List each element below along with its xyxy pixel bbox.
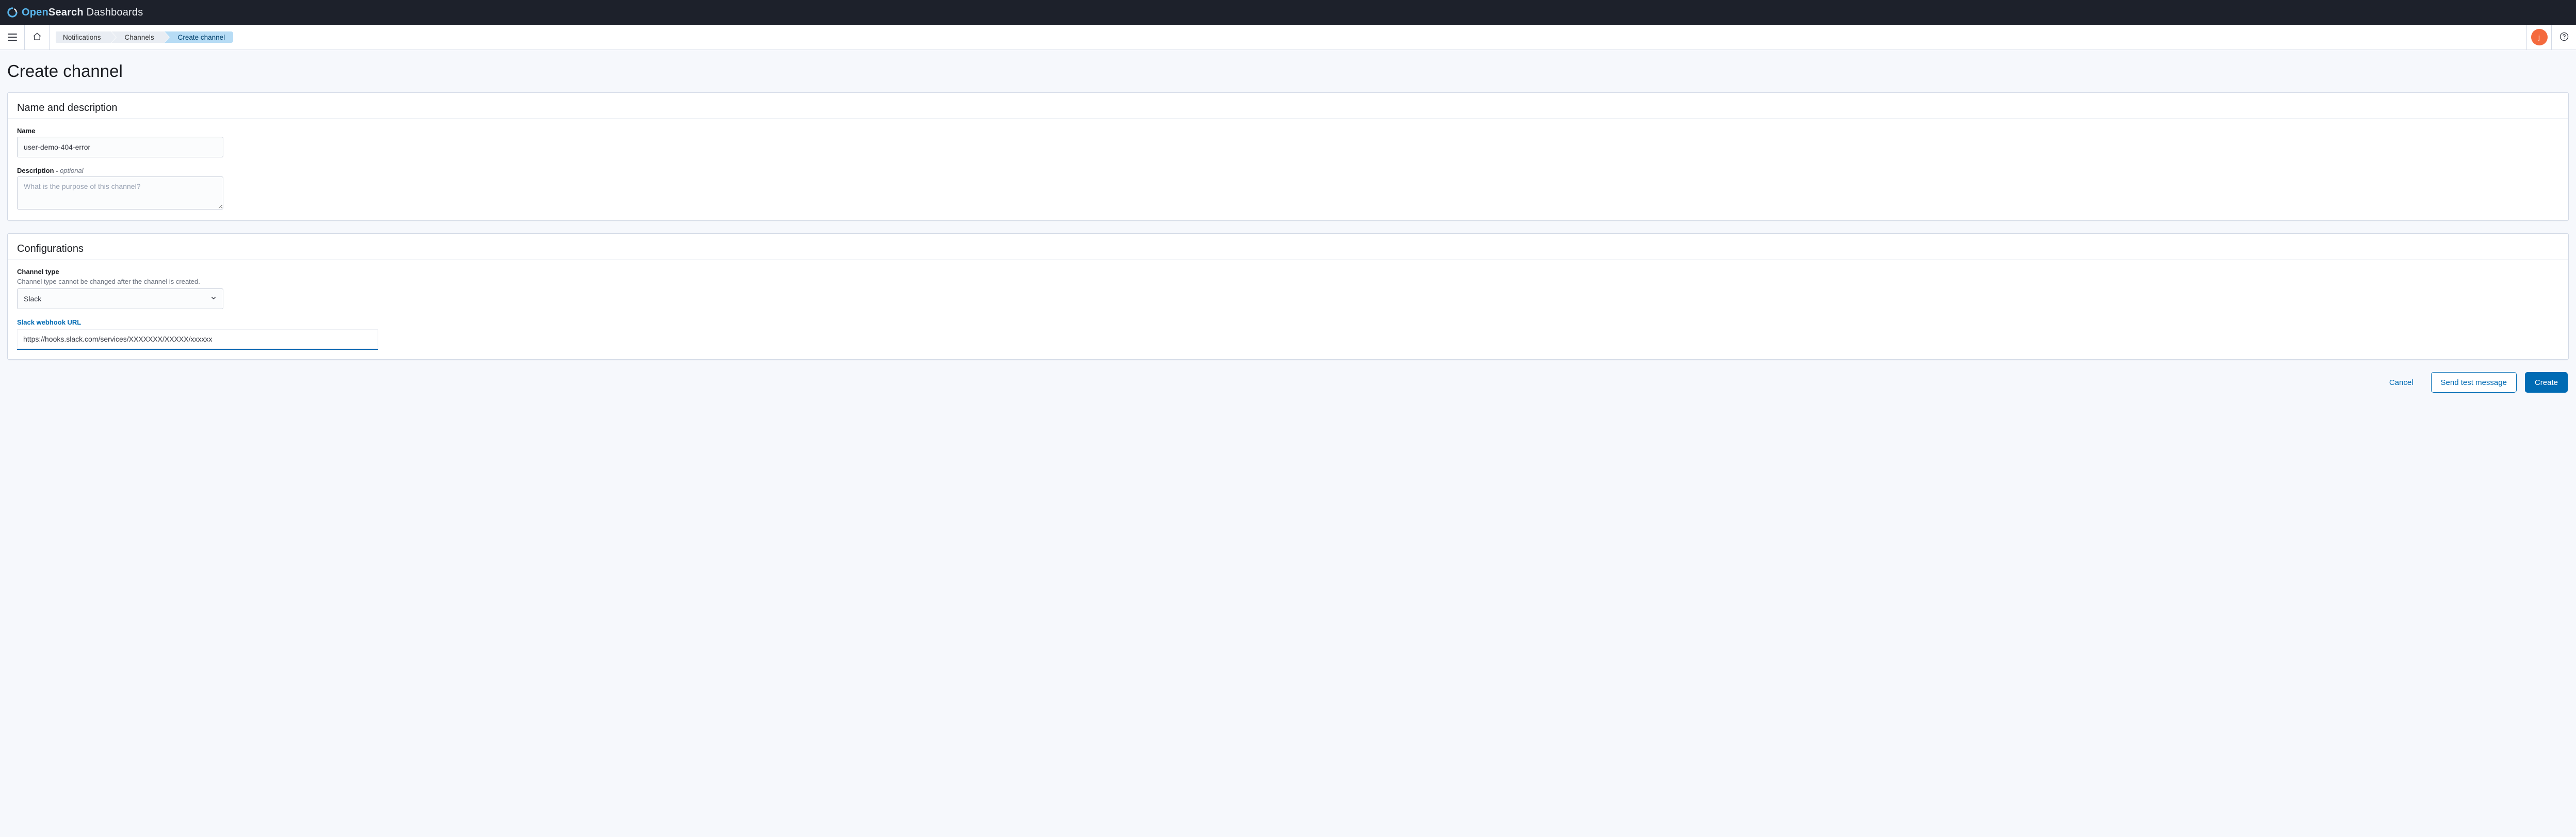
breadcrumb: Notifications Channels Create channel xyxy=(50,25,233,50)
description-label: Description - optional xyxy=(17,167,2559,174)
menu-toggle-button[interactable] xyxy=(0,25,25,50)
panel-heading: Name and description xyxy=(8,93,2568,119)
page-body: Create channel Name and description Name… xyxy=(0,50,2576,409)
name-label: Name xyxy=(17,127,2559,135)
brand-logo[interactable]: OpenSearch Dashboards xyxy=(7,7,143,19)
channel-type-select[interactable]: Slack xyxy=(17,288,223,309)
footer-actions: Cancel Send test message Create xyxy=(7,372,2569,393)
panel-name-description: Name and description Name Description - … xyxy=(7,92,2569,221)
breadcrumb-label: Notifications xyxy=(63,34,101,41)
cancel-button[interactable]: Cancel xyxy=(2380,372,2423,393)
opensearch-logo-icon xyxy=(7,7,18,18)
field-name: Name xyxy=(17,127,2559,157)
hamburger-icon xyxy=(8,34,17,41)
help-button[interactable] xyxy=(2551,25,2576,50)
breadcrumb-channels[interactable]: Channels xyxy=(111,31,165,43)
page-title: Create channel xyxy=(7,61,2569,81)
breadcrumb-create-channel[interactable]: Create channel xyxy=(165,31,234,43)
breadcrumb-label: Create channel xyxy=(178,34,225,41)
brand-text: OpenSearch Dashboards xyxy=(22,7,143,19)
user-avatar-button[interactable]: j xyxy=(2526,25,2551,50)
field-description: Description - optional xyxy=(17,167,2559,211)
webhook-url-input[interactable] xyxy=(17,329,378,350)
nav-bar: Notifications Channels Create channel j xyxy=(0,25,2576,50)
channel-type-label: Channel type xyxy=(17,268,2559,276)
name-input[interactable] xyxy=(17,137,223,157)
avatar-initial: j xyxy=(2538,34,2540,41)
breadcrumb-label: Channels xyxy=(125,34,154,41)
help-icon xyxy=(2559,31,2569,43)
field-webhook-url: Slack webhook URL xyxy=(17,318,2559,350)
home-button[interactable] xyxy=(25,25,50,50)
brand-bar: OpenSearch Dashboards xyxy=(0,0,2576,25)
avatar: j xyxy=(2531,29,2548,45)
breadcrumb-notifications[interactable]: Notifications xyxy=(56,31,111,43)
channel-type-hint: Channel type cannot be changed after the… xyxy=(17,278,2559,285)
field-channel-type: Channel type Channel type cannot be chan… xyxy=(17,268,2559,309)
panel-heading: Configurations xyxy=(8,234,2568,260)
send-test-message-button[interactable]: Send test message xyxy=(2431,372,2517,393)
description-textarea[interactable] xyxy=(17,176,223,210)
home-icon xyxy=(32,32,42,43)
webhook-url-label[interactable]: Slack webhook URL xyxy=(17,318,2559,326)
panel-configurations: Configurations Channel type Channel type… xyxy=(7,233,2569,360)
create-button[interactable]: Create xyxy=(2525,372,2568,393)
